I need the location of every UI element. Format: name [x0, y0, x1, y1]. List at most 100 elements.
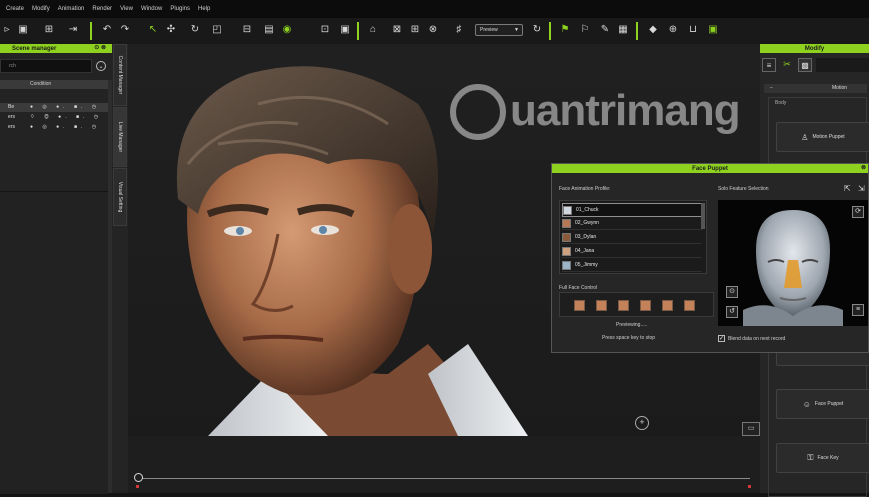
scene-search-input[interactable]: rch	[0, 59, 92, 73]
menu-plugins[interactable]: Plugins	[170, 6, 190, 12]
close-icon[interactable]: ⊗	[861, 164, 866, 171]
solo-feature-view[interactable]: ⊙ ↺ ⟳ ≡	[718, 200, 868, 326]
list-item[interactable]: 02_Gwynn	[562, 217, 702, 230]
grid-icon[interactable]: ♯	[452, 23, 466, 37]
distribute-icon[interactable]: ▤	[262, 23, 276, 37]
scrollbar[interactable]	[701, 203, 705, 229]
import-icon[interactable]: ⊞	[42, 23, 56, 37]
profile-list: 01_Chuck 02_Gwynn 03_Dylan 04_Jana 05_Ji…	[559, 200, 707, 274]
face-puppet-title-bar[interactable]: Face Puppet ⊗	[552, 164, 868, 173]
face-expression-icon[interactable]	[596, 300, 607, 311]
row-condition-icons[interactable]: ⌔ ◎ ●. ■. ◷	[30, 114, 102, 120]
document-icon[interactable]: ▦	[616, 23, 630, 37]
timeline-playhead[interactable]	[134, 473, 143, 482]
menu-window[interactable]: Window	[141, 6, 162, 12]
frame-icon[interactable]: ▣	[338, 23, 352, 37]
timeline-track[interactable]	[138, 478, 750, 479]
tab-content-manager[interactable]: Content Manager	[113, 44, 127, 106]
output-icon[interactable]: ▣	[706, 23, 720, 37]
align-icon[interactable]: ⊟	[240, 23, 254, 37]
fit-icon[interactable]: ⊠	[390, 23, 404, 37]
face-puppet-button[interactable]: ☺ Face Puppet	[776, 389, 869, 419]
search-options-icon[interactable]: ⌄	[96, 61, 106, 71]
toolbar-separator	[549, 22, 551, 40]
menu-modify[interactable]: Modify	[32, 6, 50, 12]
face-puppet-title: Face Puppet	[692, 165, 728, 172]
undo-icon[interactable]: ↶	[100, 23, 114, 37]
reset-icon[interactable]: ⊙	[726, 286, 738, 298]
redo-icon[interactable]: ↷	[118, 23, 132, 37]
menu-view[interactable]: View	[120, 6, 133, 12]
home-icon[interactable]: ⌂	[366, 23, 380, 37]
load-icon[interactable]: ⇱	[844, 184, 851, 193]
menu-create[interactable]: Create	[6, 6, 24, 12]
profile-thumbnail	[562, 246, 571, 256]
menu-icon[interactable]: ≡	[852, 304, 864, 316]
row-name: ers	[8, 124, 15, 130]
motion-icon[interactable]: ✂	[780, 58, 794, 72]
table-row[interactable]: Be ● ◎ ●. ■. ◷	[0, 103, 108, 112]
list-item[interactable]: 03_Dylan	[562, 231, 702, 244]
search-icon[interactable]: ⊕	[666, 23, 680, 37]
menu-help[interactable]: Help	[198, 6, 210, 12]
diamond-icon[interactable]: ◆	[646, 23, 660, 37]
profile-thumbnail	[562, 218, 571, 228]
profile-thumbnail	[563, 205, 572, 215]
zoom-extent-icon[interactable]: ⊞	[408, 23, 422, 37]
refresh-icon[interactable]: ↻	[530, 23, 544, 37]
face-expression-icon[interactable]	[662, 300, 673, 311]
tab-live-manager[interactable]: Live Manager	[113, 107, 127, 167]
column-condition[interactable]: Condition	[30, 81, 51, 87]
face-expression-icon[interactable]	[574, 300, 585, 311]
preview-dropdown-value: Preview	[480, 27, 498, 33]
save-icon[interactable]: ▣	[16, 23, 30, 37]
preview-hint: Press space key to stop	[602, 335, 656, 341]
modify-title: Modify	[804, 45, 825, 52]
scene-manager-panel: Scene manager ⊙ ⊗ rch ⌄ Condition Be ● ◎…	[0, 44, 112, 494]
full-face-control	[559, 292, 714, 317]
list-item[interactable]: 01_Chuck	[562, 203, 704, 217]
camera-icon[interactable]: ⊗	[426, 23, 440, 37]
motion-puppet-button[interactable]: ♙ Motion Puppet	[776, 122, 869, 152]
face-key-button[interactable]: ⚿ Face Key	[776, 443, 869, 473]
row-condition-icons[interactable]: ● ◎ ●. ■. ◷	[30, 104, 100, 110]
row-condition-icons[interactable]: ● ◎ ●. ■. ◷	[30, 124, 100, 130]
scene-column-header: Condition	[0, 80, 108, 89]
motion-puppet-label: Motion Puppet	[812, 134, 845, 140]
open-icon[interactable]: ▹	[0, 23, 14, 37]
face-expression-icon[interactable]	[618, 300, 629, 311]
profile-label: Face Animation Profile:	[559, 186, 611, 192]
brush-icon[interactable]: ✎	[598, 23, 612, 37]
camera-view-icon[interactable]: ▭	[742, 422, 760, 436]
face-puppet-dialog: Face Puppet ⊗ Face Animation Profile: So…	[551, 163, 869, 353]
motion-section-header[interactable]: − Motion	[764, 84, 867, 93]
export-icon[interactable]: ⇥	[66, 23, 80, 37]
select-icon[interactable]: ↖	[146, 23, 160, 37]
face-expression-icon[interactable]	[684, 300, 695, 311]
list-icon[interactable]: ≡	[762, 58, 776, 72]
scale-icon[interactable]: ◰	[210, 23, 224, 37]
face-expression-icon[interactable]	[640, 300, 651, 311]
rotate-icon[interactable]: ↻	[188, 23, 202, 37]
blend-checkbox[interactable]: ✓	[718, 335, 725, 342]
table-row[interactable]: ers ● ◎ ●. ■. ◷	[0, 123, 108, 132]
rotate-view-icon[interactable]: ↺	[726, 306, 738, 318]
list-item[interactable]: 05_Jimmy	[562, 259, 702, 272]
mocap-icon[interactable]: ⚑	[558, 23, 572, 37]
lock-icon[interactable]: ⊡	[318, 23, 332, 37]
flag-icon[interactable]: ⚐	[578, 23, 592, 37]
render-icon[interactable]: ⊔	[686, 23, 700, 37]
save-icon[interactable]: ⇲	[858, 184, 865, 193]
checker-icon[interactable]: ▩	[798, 58, 812, 72]
preview-dropdown[interactable]: Preview ▼	[475, 24, 523, 36]
list-item[interactable]: 04_Jana	[562, 245, 702, 258]
gizmo-icon[interactable]: +	[635, 416, 649, 430]
pin-icon[interactable]: ⊙ ⊗	[94, 44, 106, 51]
tab-visual-setting[interactable]: Visual Setting	[113, 168, 127, 226]
menu-animation[interactable]: Animation	[58, 6, 85, 12]
eye-icon[interactable]: ◉	[280, 23, 294, 37]
move-icon[interactable]: ✣	[164, 23, 178, 37]
refresh-icon[interactable]: ⟳	[852, 206, 864, 218]
table-row[interactable]: ers ⌔ ◎ ●. ■. ◷	[0, 113, 108, 122]
menu-render[interactable]: Render	[92, 6, 112, 12]
